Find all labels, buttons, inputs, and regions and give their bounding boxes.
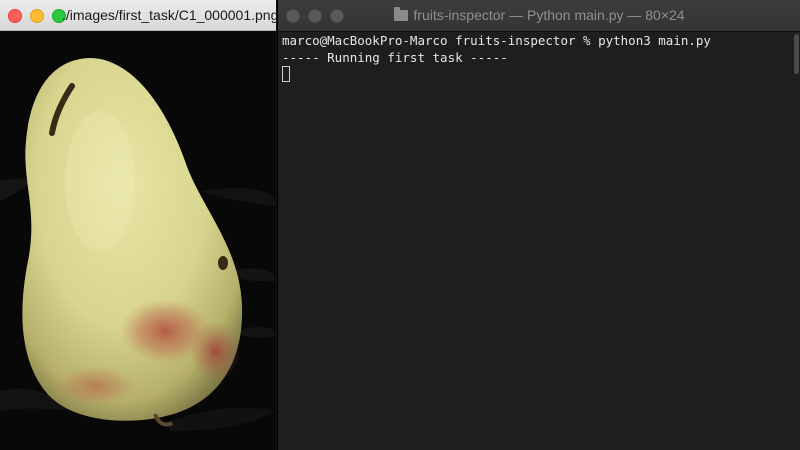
image-viewer-title: ./images/first_task/C1_000001.png bbox=[62, 7, 279, 23]
image-viewer-titlebar[interactable]: ./images/first_task/C1_000001.png bbox=[0, 0, 279, 31]
terminal-titlebar[interactable]: fruits-inspector — Python main.py — 80×2… bbox=[278, 0, 800, 32]
terminal-title-container: fruits-inspector — Python main.py — 80×2… bbox=[278, 7, 800, 23]
minimize-button[interactable] bbox=[30, 9, 44, 23]
text-cursor bbox=[282, 66, 290, 82]
window-controls bbox=[8, 9, 66, 23]
terminal-window: fruits-inspector — Python main.py — 80×2… bbox=[277, 0, 800, 450]
pear-image bbox=[0, 31, 276, 450]
terminal-output-line: ----- Running first task ----- bbox=[282, 50, 508, 65]
terminal-title: fruits-inspector — Python main.py — 80×2… bbox=[413, 7, 685, 23]
image-viewer-window: ./images/first_task/C1_000001.png bbox=[0, 0, 279, 450]
terminal-scrollbar[interactable] bbox=[791, 32, 800, 450]
folder-icon bbox=[394, 7, 409, 21]
terminal-prompt-line: marco@MacBookPro-Marco fruits-inspector … bbox=[282, 33, 711, 48]
close-button[interactable] bbox=[8, 9, 22, 23]
scroll-thumb[interactable] bbox=[794, 34, 799, 74]
terminal-output[interactable]: marco@MacBookPro-Marco fruits-inspector … bbox=[278, 32, 800, 450]
image-canvas bbox=[0, 31, 276, 450]
terminal-cursor-line bbox=[282, 66, 797, 83]
